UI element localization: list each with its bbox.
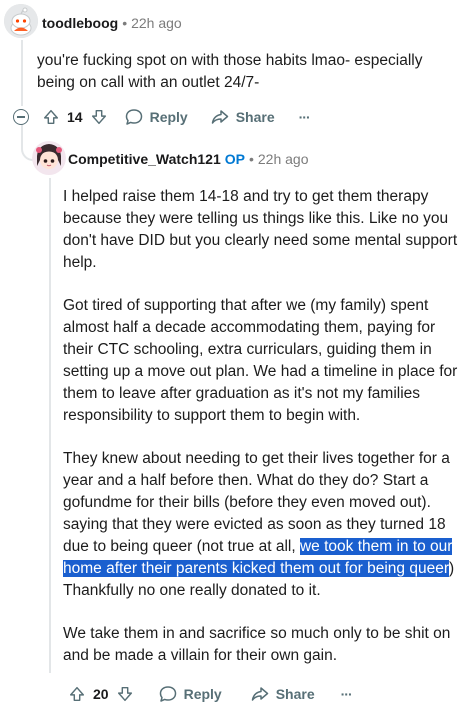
chat-bubble-icon (159, 686, 176, 702)
reply-label: Reply (149, 109, 188, 125)
comment2-meta: Competitive_Watch121 OP • 22h ago (68, 151, 309, 167)
upvote-icon (69, 686, 85, 702)
comment1-meta: toodleboog • 22h ago (42, 15, 182, 31)
upvote-button[interactable] (42, 108, 60, 126)
comment2-paragraph-1: I helped raise them 14-18 and try to get… (63, 188, 458, 271)
comment2-body: I helped raise them 14-18 and try to get… (63, 186, 459, 688)
anime-avatar-icon (32, 141, 66, 175)
collapse-thread-button[interactable] (13, 109, 29, 125)
more-options-icon: ··· (298, 109, 311, 125)
comment2-time[interactable]: 22h ago (258, 151, 309, 167)
share-button[interactable]: Share (250, 684, 315, 704)
share-label: Share (235, 109, 275, 125)
comment2-paragraph-3: They knew about needing to get their liv… (63, 448, 459, 602)
comment2-username[interactable]: Competitive_Watch121 (68, 151, 221, 167)
meta-dot: • (248, 151, 254, 167)
share-icon (251, 687, 268, 701)
downvote-icon (117, 686, 132, 702)
comment2-paragraph-2: Got tired of supporting that after we (m… (63, 297, 458, 424)
share-icon (211, 110, 228, 124)
thread-line-root (21, 40, 23, 106)
chat-bubble-icon (125, 109, 142, 125)
downvote-button[interactable] (90, 108, 108, 126)
comment2-actions: 20 Reply Share ··· (68, 684, 353, 704)
comment1-body: you're fucking spot on with those habits… (37, 50, 427, 94)
more-options-button[interactable]: ··· (298, 109, 311, 125)
downvote-icon (91, 109, 106, 125)
comment1-text: you're fucking spot on with those habits… (37, 52, 423, 91)
reply-label: Reply (183, 686, 222, 702)
snoo-avatar-icon (4, 4, 38, 38)
vote-count: 14 (67, 109, 83, 125)
op-badge: OP (224, 151, 245, 167)
upvote-icon (43, 109, 59, 125)
comment1-actions: 14 Reply Share ··· (42, 107, 311, 127)
avatar-competitive-watch121[interactable] (32, 140, 66, 176)
avatar-toodleboog[interactable] (4, 4, 38, 38)
upvote-button[interactable] (68, 685, 86, 703)
vote-count: 20 (93, 686, 109, 702)
comment1-username[interactable]: toodleboog (42, 15, 118, 31)
more-options-button[interactable]: ··· (340, 686, 353, 702)
minus-icon (17, 116, 25, 118)
reply-button[interactable]: Reply (124, 107, 188, 127)
meta-dot: • (122, 15, 128, 31)
thread-line-reply (49, 178, 51, 673)
reply-button[interactable]: Reply (158, 684, 222, 704)
comment2-paragraph-4: We take them in and sacrifice so much on… (63, 625, 451, 664)
share-label: Share (275, 686, 315, 702)
downvote-button[interactable] (116, 685, 134, 703)
more-options-icon: ··· (340, 686, 353, 702)
share-button[interactable]: Share (210, 107, 275, 127)
comment1-time[interactable]: 22h ago (131, 15, 182, 31)
